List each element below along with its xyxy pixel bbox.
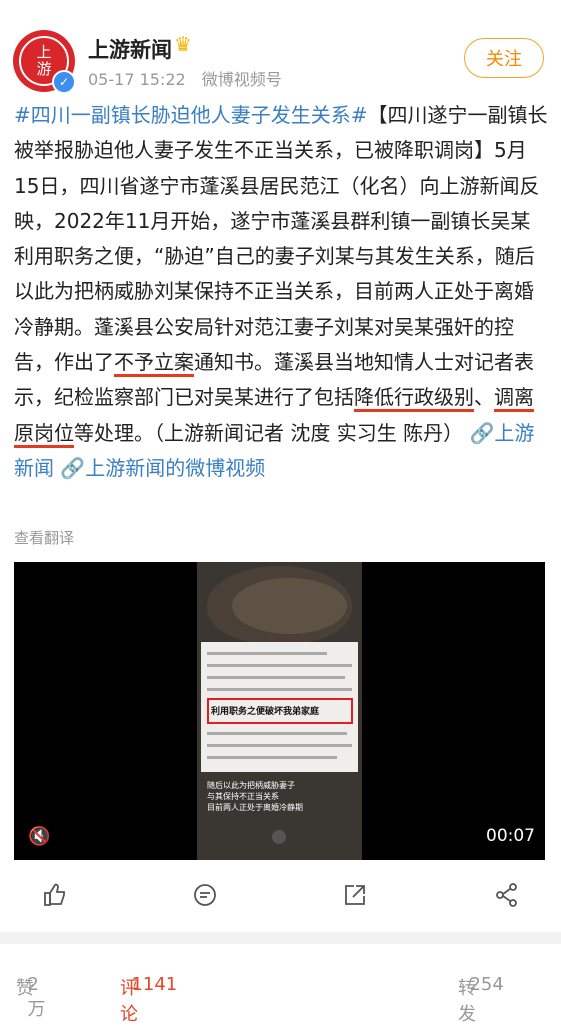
- mute-icon[interactable]: 🔇: [28, 826, 50, 847]
- like-tab[interactable]: 赞 2万: [16, 968, 45, 1020]
- share-icon[interactable]: [492, 882, 522, 912]
- avatar-text-1: 上: [36, 43, 52, 61]
- crown-icon: ♛: [174, 32, 192, 56]
- underlined-phrase-no-case: 不予立案: [114, 350, 194, 375]
- comment-count: 1141: [131, 974, 178, 995]
- link-icon: 🔗: [469, 420, 495, 445]
- repost-tab[interactable]: 转发 254: [458, 968, 504, 1025]
- post-text-3: 、: [474, 385, 494, 410]
- stats-bar: 赞 2万 评论 1141 转发 254: [0, 962, 561, 1025]
- account-name[interactable]: 上游新闻: [88, 34, 172, 64]
- video-player[interactable]: 利用职务之便破坏我弟家庭 随后以此为把柄威胁妻子 与其保持不正当关系 目前两人正…: [14, 562, 545, 860]
- section-divider: [0, 932, 561, 944]
- post-meta: 05-17 15:22 微博视频号: [88, 66, 282, 90]
- post-source: 微博视频号: [201, 70, 282, 89]
- video-frame: 利用职务之便破坏我弟家庭 随后以此为把柄威胁妻子 与其保持不正当关系 目前两人正…: [197, 562, 362, 860]
- follow-button[interactable]: 关注: [464, 38, 544, 78]
- link-icon: 🔗: [60, 455, 86, 480]
- document-headline: 利用职务之便破坏我弟家庭: [211, 707, 320, 717]
- document-image: 利用职务之便破坏我弟家庭: [201, 642, 358, 772]
- repost-count: 254: [469, 974, 504, 995]
- verified-badge-icon: ✓: [52, 70, 76, 94]
- topic-link[interactable]: #四川一副镇长胁迫他人妻子发生关系#: [14, 103, 368, 127]
- like-icon[interactable]: [40, 882, 70, 912]
- comment-tab[interactable]: 评论 1141: [120, 968, 177, 1025]
- share-out-icon[interactable]: [340, 882, 370, 912]
- like-count: 2万: [27, 974, 46, 1020]
- play-indicator-icon: [272, 830, 286, 844]
- post-body: #四川一副镇长胁迫他人妻子发生关系#【四川遂宁一副镇长被举报胁迫他人妻子发生不正…: [14, 98, 549, 486]
- post-header: 上 游 ✓ 上游新闻 ♛ 05-17 15:22 微博视频号 关注: [0, 0, 561, 100]
- translate-link[interactable]: 查看翻译: [14, 527, 74, 548]
- post-time: 05-17 15:22: [88, 70, 186, 89]
- video-channel-link[interactable]: 上游新闻的微博视频: [85, 456, 265, 480]
- post-text-1: 【四川遂宁一副镇长被举报胁迫他人妻子发生不正当关系，已被降职调岗】5月15日，四…: [14, 103, 548, 375]
- post-text-4: 等处理。（上游新闻记者 沈度 实习生 陈丹）: [74, 420, 464, 445]
- video-subtitle: 随后以此为把柄威胁妻子 与其保持不正当关系 目前两人正处于离婚冷静期: [207, 781, 303, 812]
- video-duration: 00:07: [486, 826, 535, 846]
- comment-icon[interactable]: [190, 882, 220, 912]
- avatar-text-2: 游: [36, 60, 52, 78]
- action-bar: [0, 870, 561, 924]
- gavel-image: [207, 566, 352, 644]
- underlined-phrase-demotion: 降低行政级别: [354, 385, 474, 410]
